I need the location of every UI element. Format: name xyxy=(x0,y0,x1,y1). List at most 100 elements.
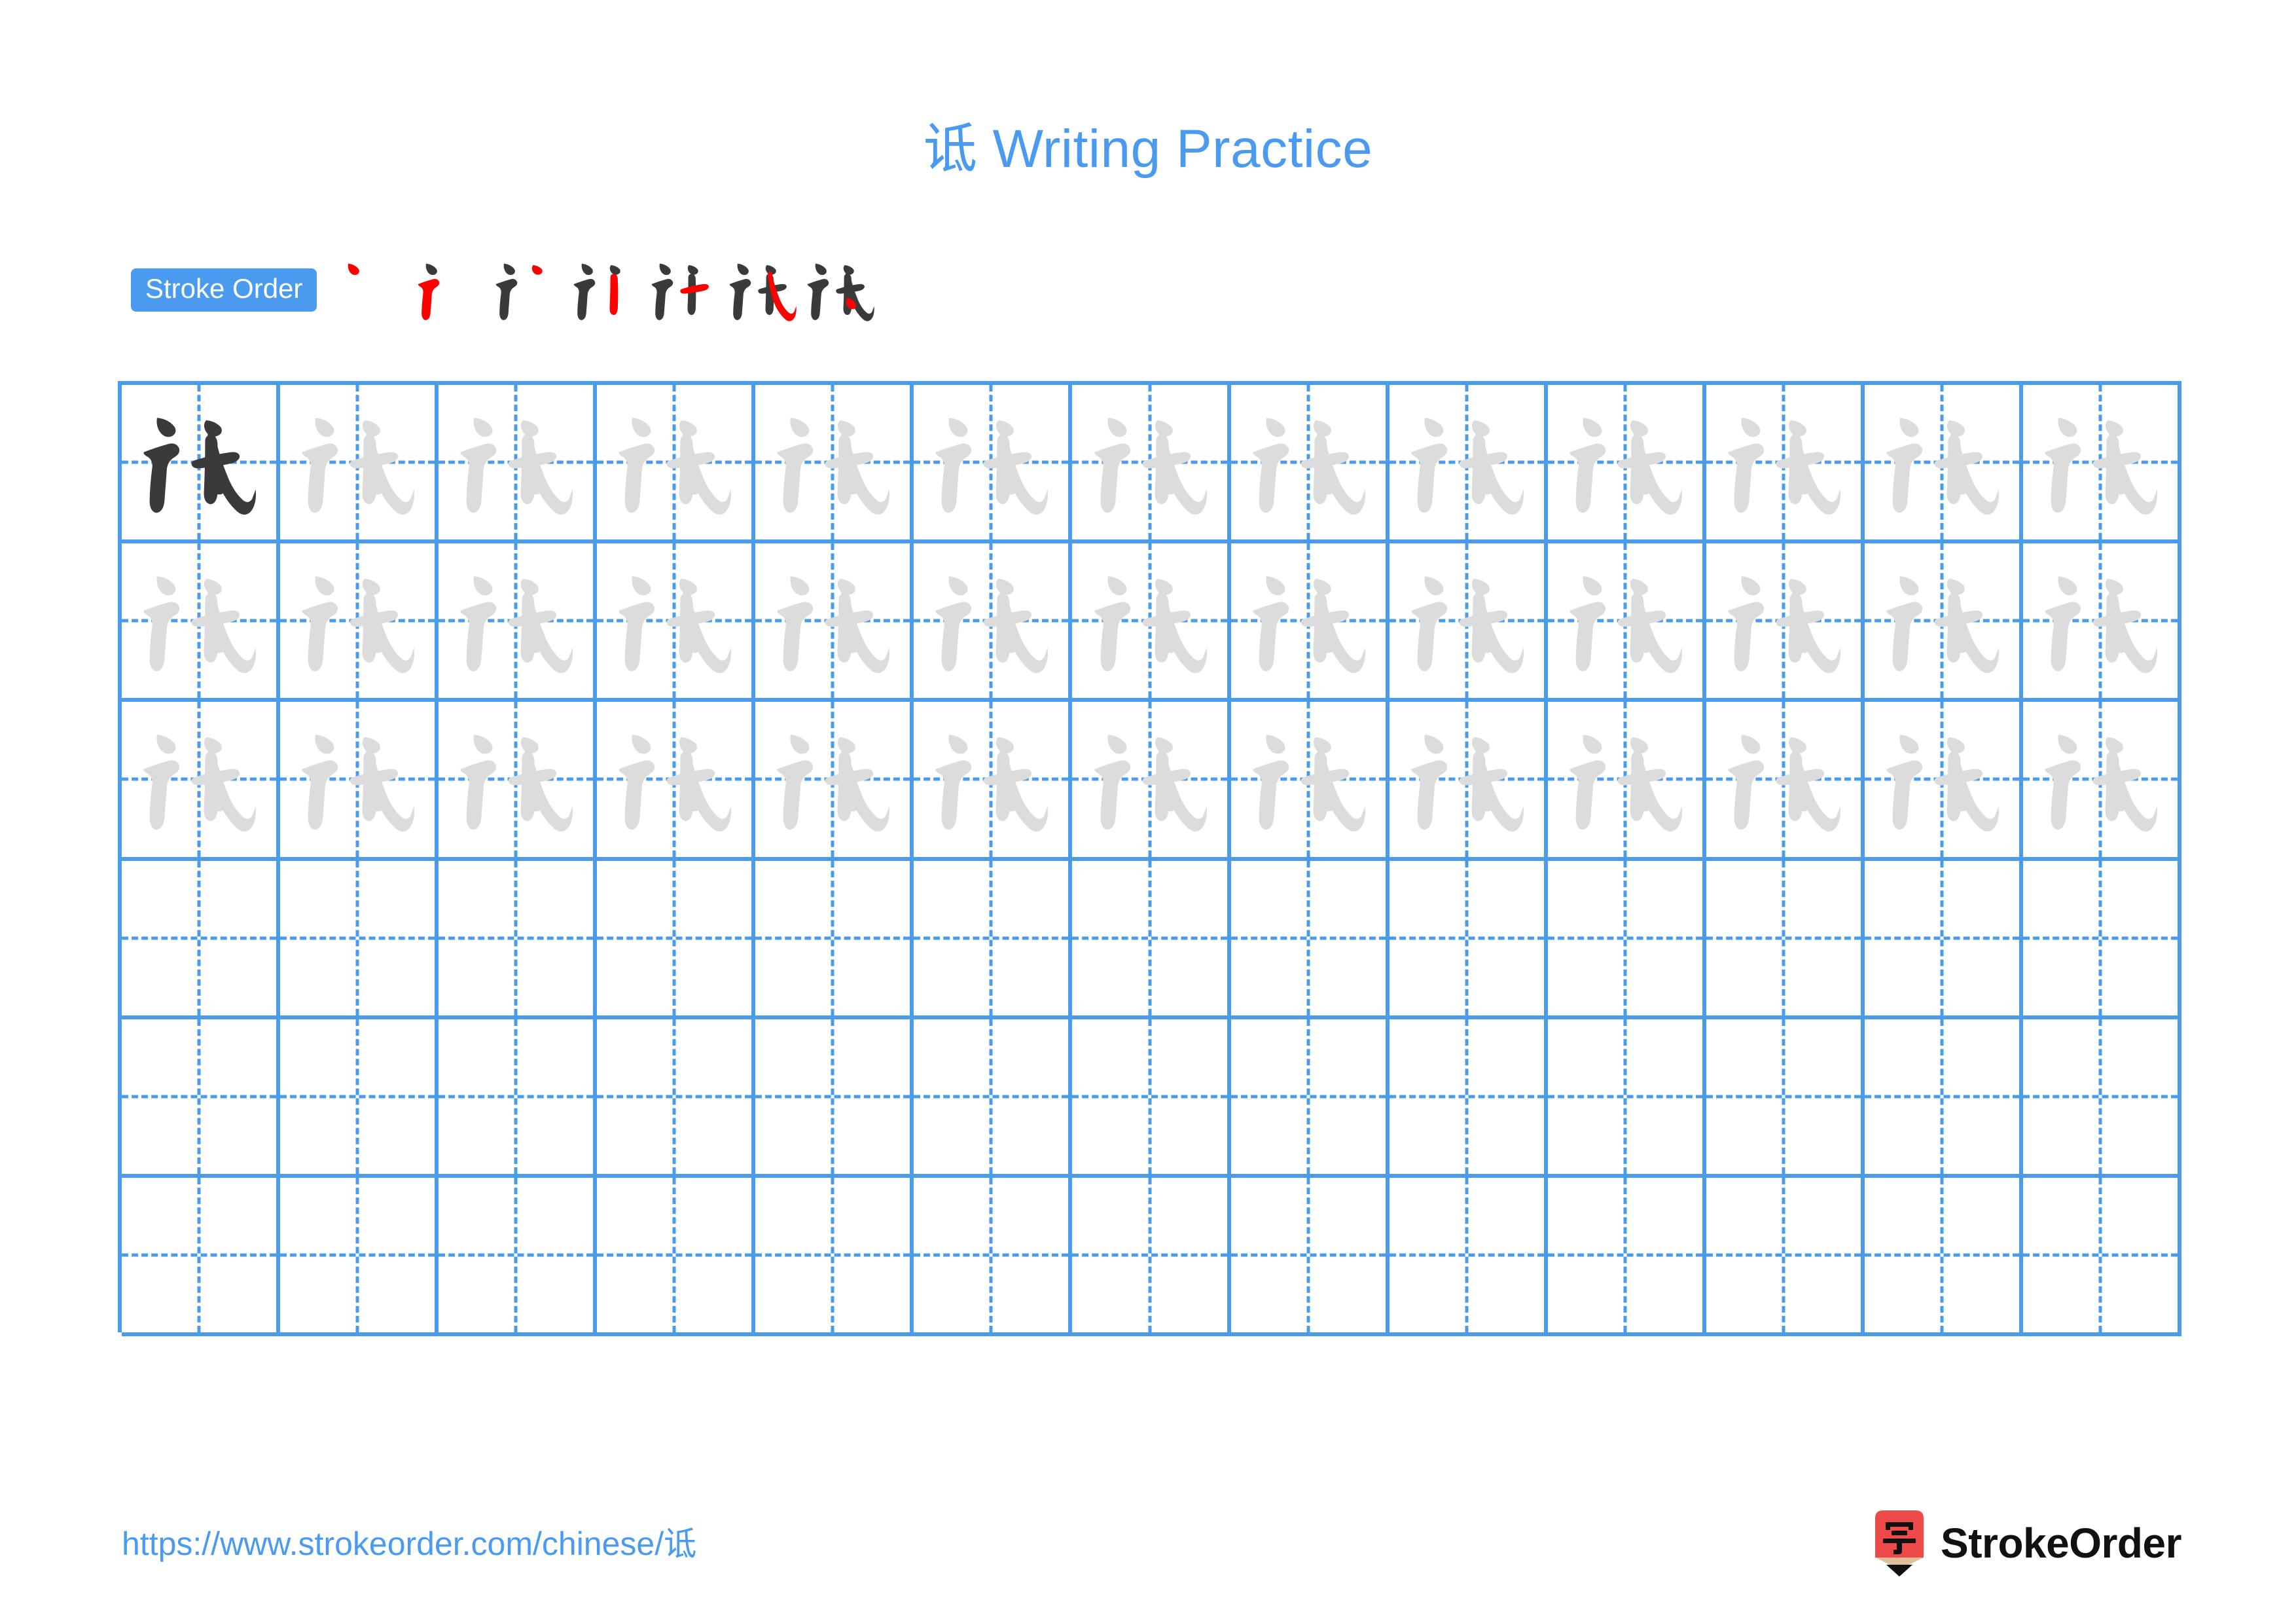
grid-cell-r5-c3[interactable] xyxy=(439,1019,598,1174)
trace-character xyxy=(1706,385,1861,539)
grid-cell-r5-c7[interactable] xyxy=(1072,1019,1231,1174)
grid-cell-r5-c11[interactable] xyxy=(1706,1019,1865,1174)
grid-cell-r4-c7[interactable] xyxy=(1072,860,1231,1015)
grid-cell-r2-c1[interactable] xyxy=(122,543,281,699)
grid-cell-r5-c10[interactable] xyxy=(1548,1019,1706,1174)
grid-cell-r4-c9[interactable] xyxy=(1390,860,1548,1015)
grid-cell-r5-c2[interactable] xyxy=(280,1019,439,1174)
grid-cell-r6-c11[interactable] xyxy=(1706,1177,1865,1333)
practice-character xyxy=(460,418,573,515)
grid-cell-r4-c3[interactable] xyxy=(439,860,598,1015)
page-title: 诋 Writing Practice xyxy=(923,119,1373,179)
stroke-order-badge: Stroke Order xyxy=(131,268,317,312)
grid-cell-r5-c8[interactable] xyxy=(1231,1019,1390,1174)
grid-cell-r6-c5[interactable] xyxy=(755,1177,914,1333)
grid-cell-r1-c3[interactable] xyxy=(439,385,598,540)
grid-cell-r1-c1[interactable] xyxy=(122,385,281,540)
grid-cell-r6-c4[interactable] xyxy=(597,1177,756,1333)
stroke-step-glyph xyxy=(652,263,709,320)
grid-cell-r1-c4[interactable] xyxy=(597,385,756,540)
grid-cell-r4-c6[interactable] xyxy=(914,860,1073,1015)
grid-cell-r4-c5[interactable] xyxy=(755,860,914,1015)
grid-cell-r6-c13[interactable] xyxy=(2023,1177,2182,1333)
grid-cell-r5-c12[interactable] xyxy=(1865,1019,2023,1174)
grid-cell-r3-c1[interactable] xyxy=(122,702,281,857)
grid-cell-r1-c11[interactable] xyxy=(1706,385,1865,540)
grid-cell-r6-c6[interactable] xyxy=(914,1177,1073,1333)
grid-cell-r3-c9[interactable] xyxy=(1390,702,1548,857)
grid-cell-r2-c9[interactable] xyxy=(1390,543,1548,699)
grid-cell-r2-c2[interactable] xyxy=(280,543,439,699)
grid-cell-r2-c6[interactable] xyxy=(914,543,1073,699)
trace-character xyxy=(280,702,435,856)
grid-cell-r3-c4[interactable] xyxy=(597,702,756,857)
grid-cell-r1-c10[interactable] xyxy=(1548,385,1706,540)
grid-cell-r6-c7[interactable] xyxy=(1072,1177,1231,1333)
trace-character xyxy=(439,385,593,539)
trace-character xyxy=(1865,385,2019,539)
grid-cell-r1-c6[interactable] xyxy=(914,385,1073,540)
grid-cell-r1-c7[interactable] xyxy=(1072,385,1231,540)
grid-cell-r5-c1[interactable] xyxy=(122,1019,281,1174)
practice-character xyxy=(1252,576,1365,674)
practice-character xyxy=(935,418,1049,515)
grid-cell-r5-c13[interactable] xyxy=(2023,1019,2182,1174)
grid-cell-r2-c10[interactable] xyxy=(1548,543,1706,699)
grid-cell-r3-c6[interactable] xyxy=(914,702,1073,857)
grid-cell-r1-c5[interactable] xyxy=(755,385,914,540)
grid-cell-r1-c13[interactable] xyxy=(2023,385,2182,540)
grid-cell-r3-c12[interactable] xyxy=(1865,702,2023,857)
grid-cell-r3-c10[interactable] xyxy=(1548,702,1706,857)
practice-character xyxy=(460,735,573,832)
grid-cell-r2-c3[interactable] xyxy=(439,543,598,699)
trace-character xyxy=(914,543,1068,698)
grid-cell-r5-c5[interactable] xyxy=(755,1019,914,1174)
grid-cell-r5-c6[interactable] xyxy=(914,1019,1073,1174)
grid-cell-r4-c11[interactable] xyxy=(1706,860,1865,1015)
grid-cell-r1-c9[interactable] xyxy=(1390,385,1548,540)
grid-cell-r4-c4[interactable] xyxy=(597,860,756,1015)
practice-character xyxy=(1569,576,1682,674)
grid-cell-r3-c7[interactable] xyxy=(1072,702,1231,857)
grid-cell-r4-c12[interactable] xyxy=(1865,860,2023,1015)
grid-cell-r4-c2[interactable] xyxy=(280,860,439,1015)
grid-cell-r6-c8[interactable] xyxy=(1231,1177,1390,1333)
grid-cell-r3-c3[interactable] xyxy=(439,702,598,857)
grid-cell-r1-c8[interactable] xyxy=(1231,385,1390,540)
grid-cell-r3-c8[interactable] xyxy=(1231,702,1390,857)
grid-cell-r3-c11[interactable] xyxy=(1706,702,1865,857)
practice-character xyxy=(1728,735,1840,832)
grid-cell-r6-c10[interactable] xyxy=(1548,1177,1706,1333)
grid-cell-r2-c4[interactable] xyxy=(597,543,756,699)
grid-cell-r2-c5[interactable] xyxy=(755,543,914,699)
grid-cell-r2-c13[interactable] xyxy=(2023,543,2182,699)
trace-character xyxy=(1390,385,1544,539)
grid-cell-r6-c9[interactable] xyxy=(1390,1177,1548,1333)
grid-cell-r4-c8[interactable] xyxy=(1231,860,1390,1015)
grid-cell-r1-c12[interactable] xyxy=(1865,385,2023,540)
practice-character xyxy=(2045,576,2157,674)
grid-cell-r4-c13[interactable] xyxy=(2023,860,2182,1015)
grid-cell-r4-c1[interactable] xyxy=(122,860,281,1015)
grid-cell-r2-c12[interactable] xyxy=(1865,543,2023,699)
grid-row xyxy=(122,385,2182,544)
grid-cell-r2-c11[interactable] xyxy=(1706,543,1865,699)
footer-url[interactable]: https://www.strokeorder.com/chinese/诋 xyxy=(122,1518,696,1565)
grid-cell-r3-c5[interactable] xyxy=(755,702,914,857)
grid-cell-r2-c7[interactable] xyxy=(1072,543,1231,699)
grid-cell-r2-c8[interactable] xyxy=(1231,543,1390,699)
trace-character xyxy=(2023,543,2178,698)
grid-cell-r3-c2[interactable] xyxy=(280,702,439,857)
trace-character xyxy=(1231,702,1386,856)
grid-cell-r6-c2[interactable] xyxy=(280,1177,439,1333)
grid-cell-r4-c10[interactable] xyxy=(1548,860,1706,1015)
grid-cell-r6-c12[interactable] xyxy=(1865,1177,2023,1333)
trace-character xyxy=(2023,385,2178,539)
practice-character xyxy=(1410,576,1524,674)
grid-cell-r3-c13[interactable] xyxy=(2023,702,2182,857)
grid-cell-r5-c9[interactable] xyxy=(1390,1019,1548,1174)
grid-cell-r1-c2[interactable] xyxy=(280,385,439,540)
grid-cell-r5-c4[interactable] xyxy=(597,1019,756,1174)
grid-cell-r6-c1[interactable] xyxy=(122,1177,281,1333)
grid-cell-r6-c3[interactable] xyxy=(439,1177,598,1333)
